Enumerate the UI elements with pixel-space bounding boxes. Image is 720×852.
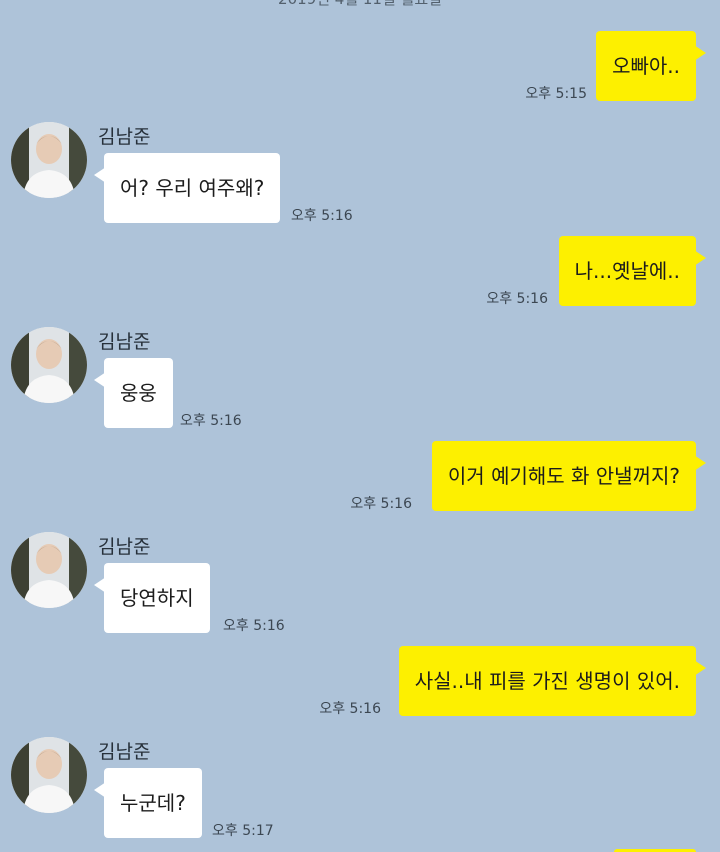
avatar[interactable]	[11, 327, 87, 403]
message-time: 오후 5:15	[525, 86, 587, 102]
message-bubble-incoming[interactable]: 어? 우리 여주왜?	[93, 153, 281, 223]
message-time: 오후 5:16	[319, 701, 381, 717]
sender-name: 김남준	[98, 741, 151, 763]
message-time: 오후 5:16	[223, 618, 285, 634]
avatar[interactable]	[11, 737, 87, 813]
avatar[interactable]	[11, 122, 87, 198]
message-time: 오후 5:16	[180, 413, 242, 429]
avatar-image	[11, 122, 87, 198]
message-time: 오후 5:16	[350, 496, 412, 512]
message-bubble-outgoing[interactable]: 나...옛날에..	[558, 236, 707, 306]
chat-date-divider: 2019년 4월 11일 월요일	[0, 0, 720, 9]
avatar-image	[11, 327, 87, 403]
message-time: 오후 5:16	[486, 291, 548, 307]
avatar-image	[11, 737, 87, 813]
message-time: 오후 5:16	[291, 208, 353, 224]
message-bubble-incoming[interactable]: 웅웅	[94, 358, 173, 428]
avatar[interactable]	[11, 532, 87, 608]
avatar-image	[11, 532, 87, 608]
message-bubble-incoming[interactable]: 당연하지	[94, 563, 210, 633]
sender-name: 김남준	[98, 331, 151, 353]
sender-name: 김남준	[98, 126, 151, 148]
sender-name: 김남준	[98, 536, 151, 558]
message-bubble-incoming[interactable]: 누군데?	[94, 768, 202, 838]
message-bubble-outgoing[interactable]: 사실..내 피를 가진 생명이 있어.	[398, 646, 707, 716]
message-time: 오후 5:17	[212, 823, 274, 839]
message-bubble-outgoing[interactable]: 오빠아..	[596, 31, 706, 101]
message-bubble-outgoing[interactable]: 이거 예기해도 화 안낼꺼지?	[431, 441, 707, 511]
